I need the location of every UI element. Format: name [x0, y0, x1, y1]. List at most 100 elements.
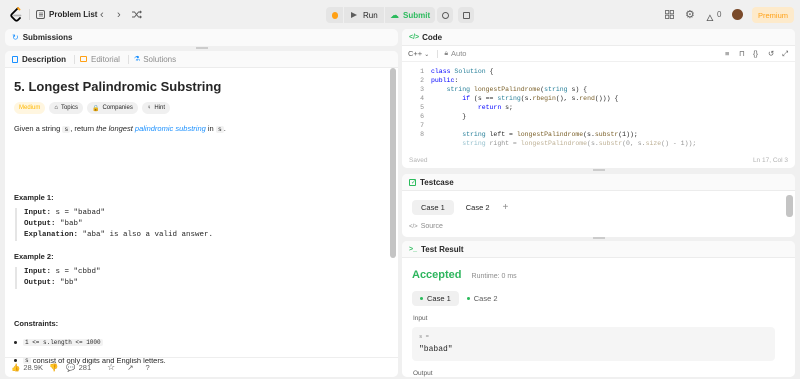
- code-line: public:: [431, 77, 459, 84]
- submissions-header[interactable]: ↻ Submissions: [5, 29, 398, 46]
- tab-description[interactable]: Description: [12, 55, 66, 64]
- debug-button[interactable]: [326, 7, 343, 23]
- line-number: 5: [420, 104, 424, 111]
- tab-solutions[interactable]: ⚗ Solutions: [134, 55, 176, 64]
- alarm-clock-icon: [441, 11, 449, 19]
- output-label: Output:: [24, 220, 56, 228]
- companies-tag[interactable]: 🔒 Companies: [86, 102, 138, 114]
- thumbs-down-icon[interactable]: 👎: [49, 363, 58, 372]
- run-button[interactable]: Run: [344, 7, 384, 23]
- cloud-upload-icon: ☁: [390, 9, 399, 20]
- comment-count[interactable]: 281: [79, 363, 92, 372]
- code-icon: </>: [409, 223, 418, 230]
- input-label: Input:: [24, 209, 52, 217]
- avatar[interactable]: [732, 9, 743, 20]
- language-select[interactable]: C++ ⌄: [408, 49, 429, 58]
- gear-icon[interactable]: ⚙: [685, 8, 695, 21]
- code-line: return s;: [477, 104, 513, 111]
- timer-button[interactable]: [437, 7, 453, 23]
- shuffle-icon[interactable]: [132, 10, 142, 19]
- star-icon[interactable]: ☆: [107, 362, 115, 373]
- result-case-1-tab[interactable]: Case 1: [412, 291, 459, 306]
- streak-count[interactable]: 0: [717, 10, 721, 19]
- like-count[interactable]: 28.9K: [23, 363, 43, 372]
- leetcode-logo[interactable]: [9, 7, 23, 22]
- notes-button[interactable]: [458, 7, 474, 23]
- code-status-bar: Saved Ln 17, Col 3: [402, 153, 795, 168]
- case-1-tab[interactable]: Case 1: [412, 200, 454, 215]
- topics-tag[interactable]: ⌂ Topics: [49, 102, 83, 114]
- constraint-code: 1 <= s.length <= 1000: [23, 339, 103, 346]
- divider: [437, 49, 439, 58]
- description-scrollbar[interactable]: [390, 68, 396, 258]
- code-line: string longestPalindrome(string s) {: [446, 86, 588, 93]
- chevron-down-icon: ⌄: [424, 52, 430, 58]
- case-2-tab[interactable]: Case 2: [457, 200, 499, 215]
- lock-icon: 🔒︎: [444, 49, 449, 57]
- code-title: Code: [422, 32, 443, 42]
- testcase-panel: ✓ Testcase Case 1 Case 2 + </> Source: [402, 174, 795, 237]
- statement-text: in: [205, 124, 216, 133]
- submit-label: Submit: [403, 10, 431, 20]
- pass-dot: [466, 297, 470, 300]
- problem-statement: Given a string s , return the longest pal…: [14, 124, 384, 133]
- statement-emphasis: the longest: [96, 124, 133, 133]
- tab-editorial-label: Editorial: [91, 54, 120, 64]
- code-line: if (s == string(s.rbegin(), s.rend())) {: [462, 95, 619, 102]
- list-icon[interactable]: [36, 10, 45, 19]
- testcase-scrollbar[interactable]: [786, 195, 793, 217]
- testcase-tabs: Case 1 Case 2 +: [412, 200, 508, 215]
- example-1-heading: Example 1:: [14, 193, 54, 202]
- test-result-panel: >_ Test Result Accepted Runtime: 0 ms Ca…: [402, 241, 795, 377]
- substring-link[interactable]: substring: [175, 124, 205, 133]
- thumbs-up-icon[interactable]: 👍: [11, 363, 20, 372]
- result-case-1-label: Case 1: [427, 294, 451, 303]
- braces-icon[interactable]: {}: [753, 49, 758, 58]
- comment-icon[interactable]: 💬: [66, 363, 75, 372]
- submissions-panel: ↻ Submissions: [5, 29, 398, 46]
- result-case-tabs: Case 1 Case 2: [412, 291, 506, 306]
- code-lines: class Solution { public: string longestP…: [431, 67, 696, 148]
- bookmark-icon[interactable]: ⊓: [739, 49, 745, 58]
- lock-icon: 🔒: [91, 105, 100, 112]
- example-1-block: Input: s = "babad" Output: "bab" Explana…: [15, 208, 375, 241]
- line-number: 7: [420, 122, 424, 129]
- auto-label[interactable]: Auto: [451, 49, 466, 58]
- expand-icon[interactable]: ⤢: [782, 49, 788, 59]
- premium-label: Premium: [757, 10, 788, 20]
- layout-icon[interactable]: [665, 10, 674, 19]
- line-numbers: 1 2 3 4 5 6 7 8: [410, 67, 424, 139]
- resize-handle[interactable]: [593, 169, 605, 171]
- code-editor[interactable]: 1 2 3 4 5 6 7 8 class Solution { public:…: [402, 65, 795, 153]
- add-case-button[interactable]: +: [503, 202, 509, 213]
- prev-problem-icon[interactable]: ‹: [100, 9, 104, 21]
- line-number: 8: [420, 131, 424, 138]
- source-link[interactable]: </> Source: [409, 223, 443, 230]
- description-tabs: Description Editorial ⚗ Solutions: [5, 51, 398, 68]
- input-label: Input: [413, 315, 428, 322]
- share-icon[interactable]: ↗: [127, 363, 133, 372]
- top-bar: Problem List ‹ › Run ☁ Submit ⚙ 🜂 0 Prem…: [0, 0, 800, 29]
- reset-icon[interactable]: ↺: [768, 49, 774, 58]
- palindromic-link[interactable]: palindromic: [135, 124, 173, 133]
- example-explanation: "aba" is also a valid answer.: [78, 231, 214, 239]
- tab-editorial[interactable]: Editorial: [80, 55, 120, 64]
- code-line: string left = longestPalindrome(s.substr…: [462, 131, 638, 138]
- resize-handle[interactable]: [196, 47, 208, 49]
- code-toolbar: C++ ⌄ 🔒︎ Auto ≡ ⊓ {} ↺ ⤢: [402, 46, 795, 62]
- resize-handle[interactable]: [593, 237, 605, 239]
- tab-description-label: Description: [22, 54, 67, 64]
- submit-button[interactable]: ☁ Submit: [385, 7, 435, 23]
- format-icon[interactable]: ≡: [725, 49, 729, 58]
- bullet: [14, 341, 17, 344]
- problem-list-link[interactable]: Problem List: [49, 10, 97, 19]
- premium-button[interactable]: Premium: [752, 7, 794, 23]
- help-icon[interactable]: ?: [146, 363, 150, 372]
- line-number: 1: [420, 68, 424, 75]
- saved-status: Saved: [409, 157, 428, 164]
- vertical-splitter[interactable]: [399, 29, 401, 377]
- result-case-2-tab[interactable]: Case 2: [459, 291, 506, 306]
- next-problem-icon[interactable]: ›: [117, 9, 121, 21]
- terminal-icon: >_: [409, 245, 417, 253]
- hint-tag[interactable]: ♀ Hint: [141, 102, 170, 114]
